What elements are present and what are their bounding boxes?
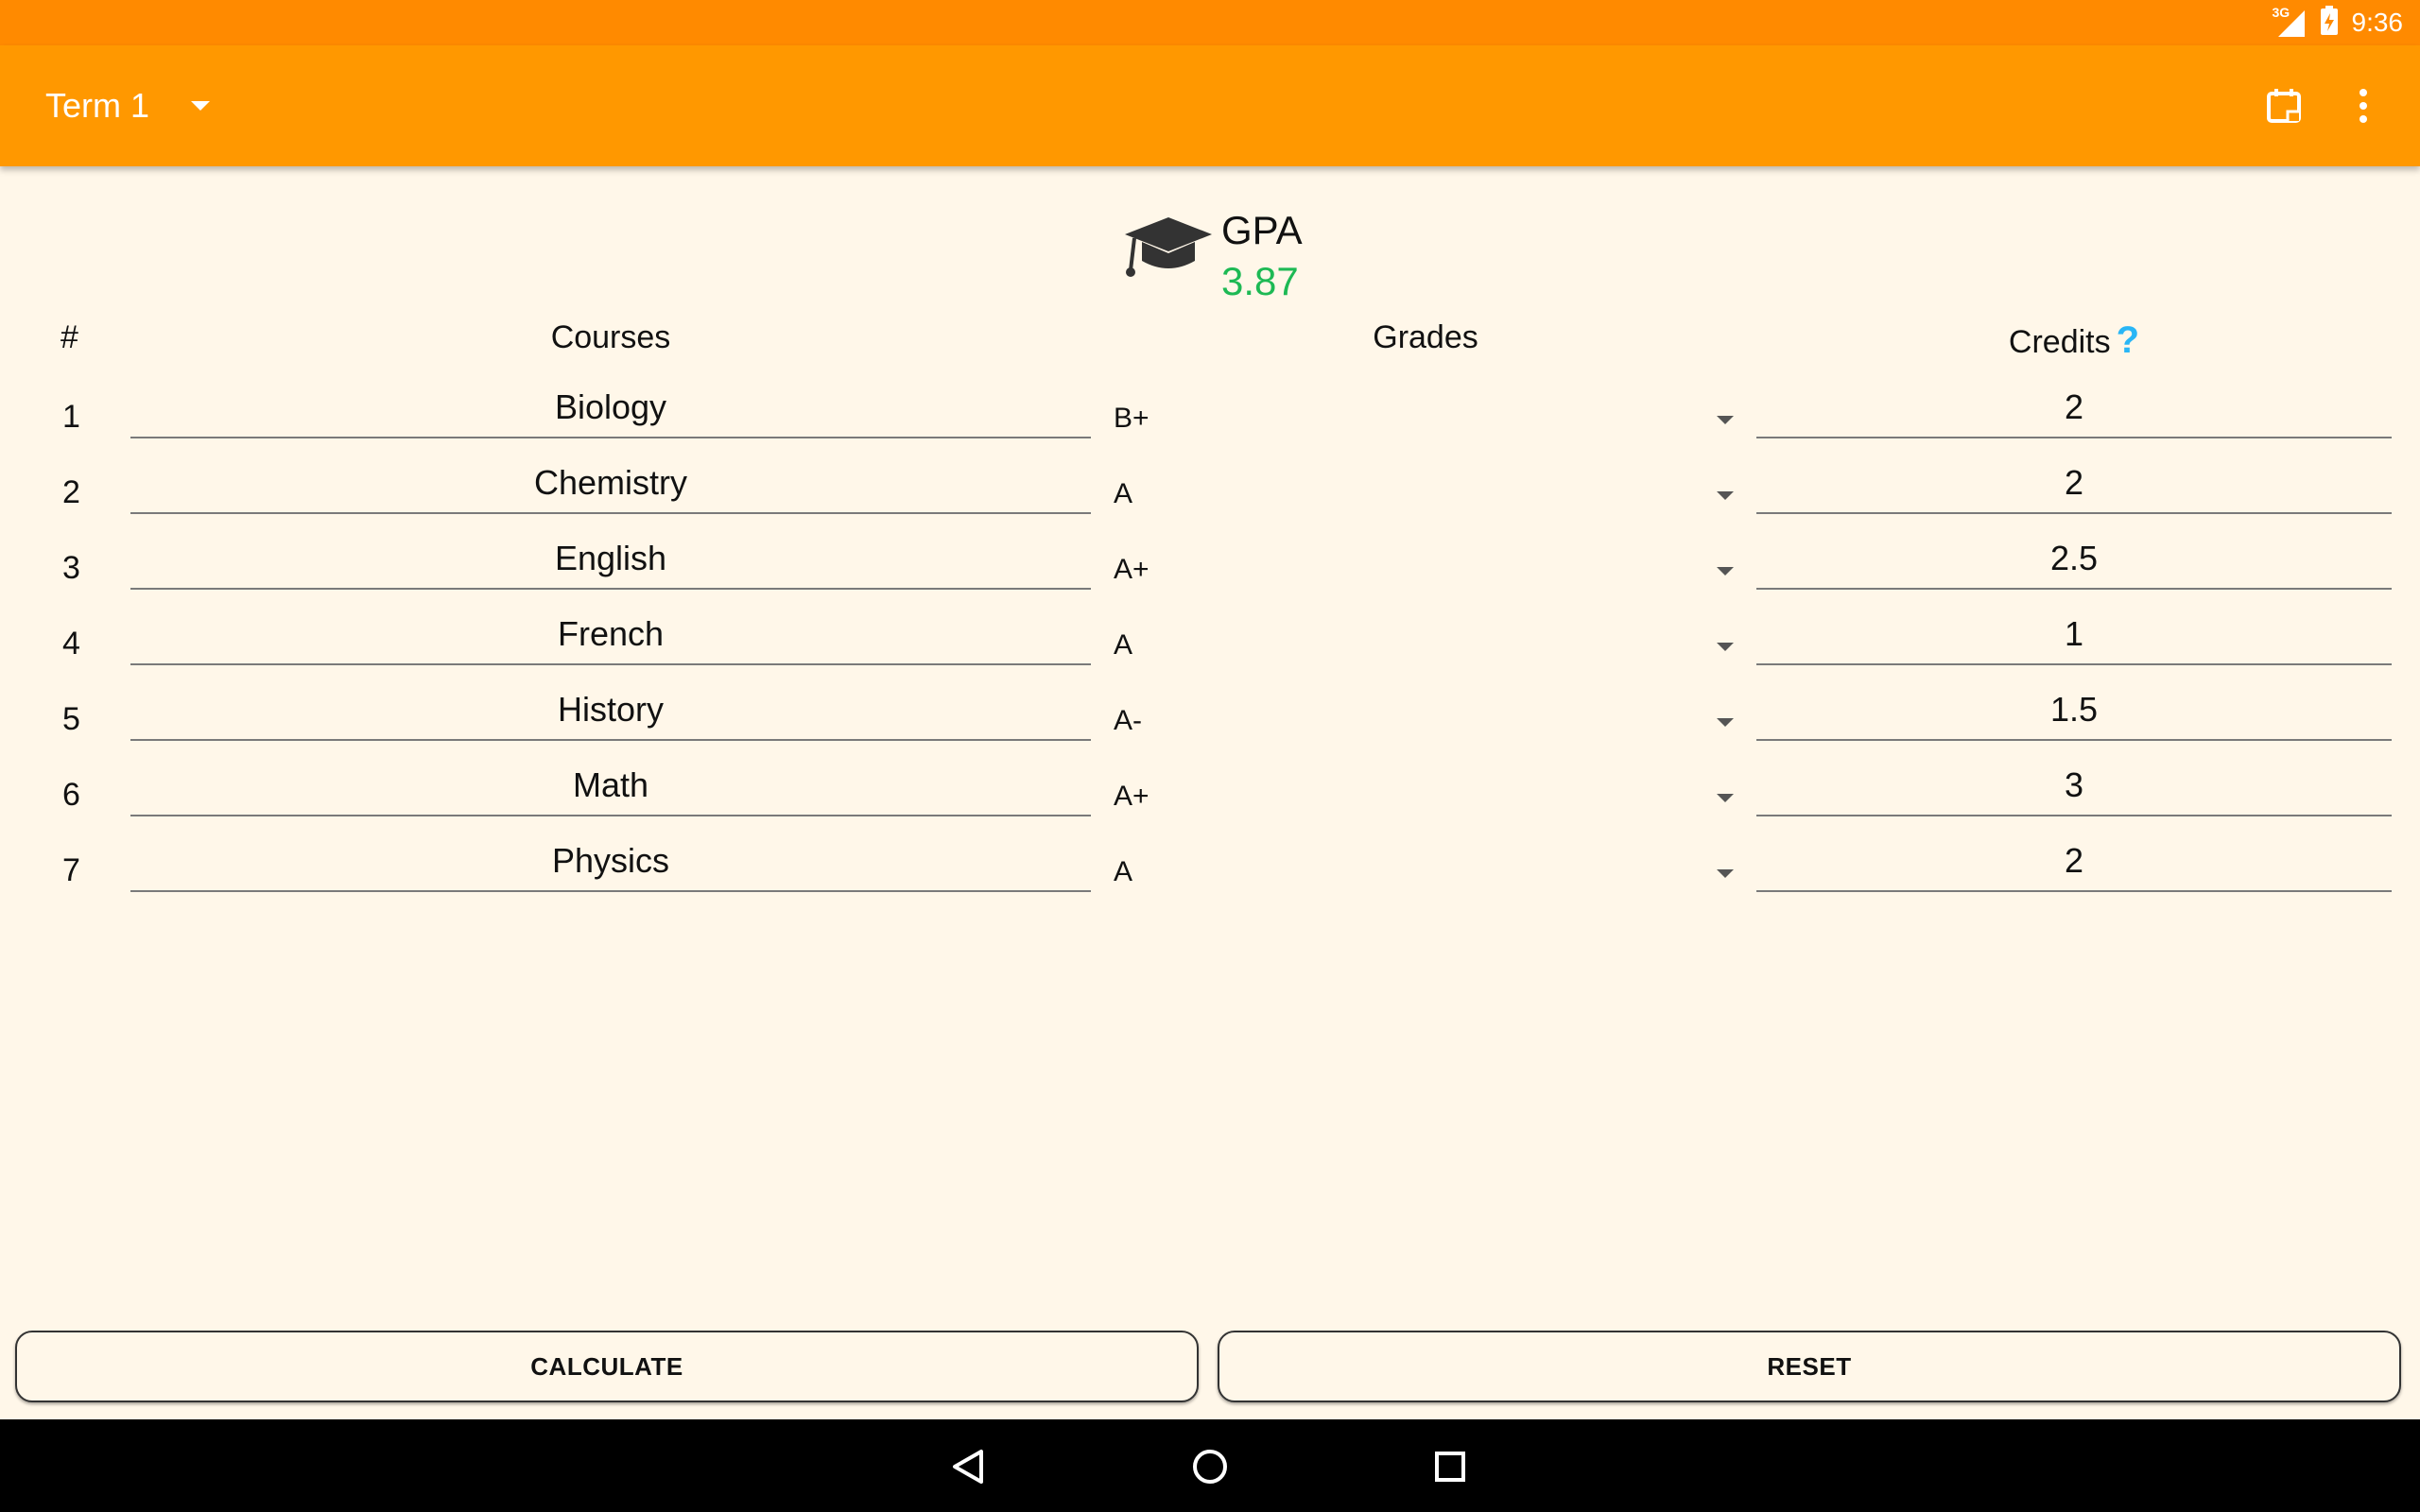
credits-field[interactable]: 2.5: [1756, 531, 2392, 590]
row-number: 2: [62, 474, 80, 510]
row-number: 5: [62, 701, 80, 737]
credits-field[interactable]: 3: [1756, 758, 2392, 816]
battery-charging-icon: [2320, 5, 2339, 41]
grade-value: A: [1114, 856, 1133, 887]
home-icon: [1193, 1450, 1227, 1484]
grade-dropdown[interactable]: A: [1114, 616, 1737, 669]
calendar-button[interactable]: [2256, 77, 2312, 134]
credits-field[interactable]: 1: [1756, 607, 2392, 665]
help-icon[interactable]: ?: [2117, 319, 2139, 361]
navigation-bar: [0, 1419, 2420, 1512]
recents-button[interactable]: [1420, 1436, 1480, 1497]
header-credits: Credits?: [1756, 319, 2392, 362]
row-number: 6: [62, 777, 80, 813]
chevron-down-icon: [1717, 869, 1734, 878]
credits-field[interactable]: 2: [1756, 455, 2392, 514]
course-name-field[interactable]: Biology: [130, 380, 1091, 438]
grade-dropdown[interactable]: A-: [1114, 692, 1737, 745]
header-grades: Grades: [1373, 319, 1478, 355]
status-bar: 3G 9:36: [0, 0, 2420, 45]
gpa-text: GPA 3.87: [1221, 200, 1303, 308]
grade-value: B+: [1114, 403, 1150, 434]
row-number: 3: [62, 550, 80, 586]
course-name-field[interactable]: Chemistry: [130, 455, 1091, 514]
grade-value: A: [1114, 478, 1133, 509]
row-number: 1: [62, 399, 80, 435]
table-row: 7 Physics A 2: [0, 833, 2420, 909]
chevron-down-icon: [1717, 491, 1734, 500]
grade-value: A+: [1114, 554, 1150, 585]
row-number: 7: [62, 852, 80, 888]
reset-button[interactable]: RESET: [1218, 1331, 2401, 1402]
table-row: 2 Chemistry A 2: [0, 455, 2420, 531]
network-label: 3G: [2272, 5, 2290, 20]
more-options-button[interactable]: [2335, 77, 2392, 134]
table-row: 5 History A- 1.5: [0, 682, 2420, 758]
grade-dropdown[interactable]: A+: [1114, 767, 1737, 820]
header-number: #: [60, 319, 78, 355]
back-button[interactable]: [938, 1436, 998, 1497]
grade-dropdown[interactable]: A: [1114, 843, 1737, 896]
more-vert-icon: [2360, 89, 2367, 123]
grade-dropdown[interactable]: A: [1114, 465, 1737, 518]
header-credits-label: Credits: [2008, 324, 2111, 360]
grade-dropdown[interactable]: A+: [1114, 541, 1737, 593]
grade-value: A: [1114, 629, 1133, 661]
course-name-field[interactable]: Math: [130, 758, 1091, 816]
gpa-label: GPA: [1221, 208, 1303, 252]
table-row: 6 Math A+ 3: [0, 758, 2420, 833]
chevron-down-icon: [191, 101, 211, 111]
status-icons: 3G 9:36: [2272, 0, 2404, 45]
credits-field[interactable]: 1.5: [1756, 682, 2392, 741]
chevron-down-icon: [1717, 567, 1734, 576]
calendar-icon: [2267, 89, 2301, 123]
status-time: 9:36: [2351, 8, 2404, 37]
table-row: 3 English A+ 2.5: [0, 531, 2420, 607]
table-row: 1 Biology B+ 2: [0, 380, 2420, 455]
grade-dropdown[interactable]: B+: [1114, 389, 1737, 442]
course-name-field[interactable]: English: [130, 531, 1091, 590]
gpa-value: 3.87: [1221, 259, 1299, 303]
grade-value: A+: [1114, 781, 1150, 812]
calculate-button[interactable]: CALCULATE: [15, 1331, 1199, 1402]
credits-field[interactable]: 2: [1756, 833, 2392, 892]
course-name-field[interactable]: Physics: [130, 833, 1091, 892]
grade-value: A-: [1114, 705, 1142, 736]
term-label: Term 1: [45, 86, 150, 125]
back-icon: [953, 1450, 983, 1484]
chevron-down-icon: [1717, 718, 1734, 727]
chevron-down-icon: [1717, 794, 1734, 802]
term-dropdown[interactable]: Term 1: [45, 45, 211, 166]
table-row: 4 French A 1: [0, 607, 2420, 682]
chevron-down-icon: [1717, 416, 1734, 424]
graduation-cap-icon: [1125, 217, 1212, 277]
home-button[interactable]: [1180, 1436, 1240, 1497]
course-name-field[interactable]: French: [130, 607, 1091, 665]
header-courses: Courses: [550, 319, 671, 355]
row-number: 4: [62, 626, 80, 662]
cell-signal-icon: 3G: [2272, 5, 2307, 39]
course-name-field[interactable]: History: [130, 682, 1091, 741]
credits-field[interactable]: 2: [1756, 380, 2392, 438]
chevron-down-icon: [1717, 643, 1734, 651]
recents-icon: [1435, 1452, 1465, 1482]
app-bar: Term 1: [0, 45, 2420, 166]
gpa-summary: GPA 3.87: [1121, 200, 1303, 303]
